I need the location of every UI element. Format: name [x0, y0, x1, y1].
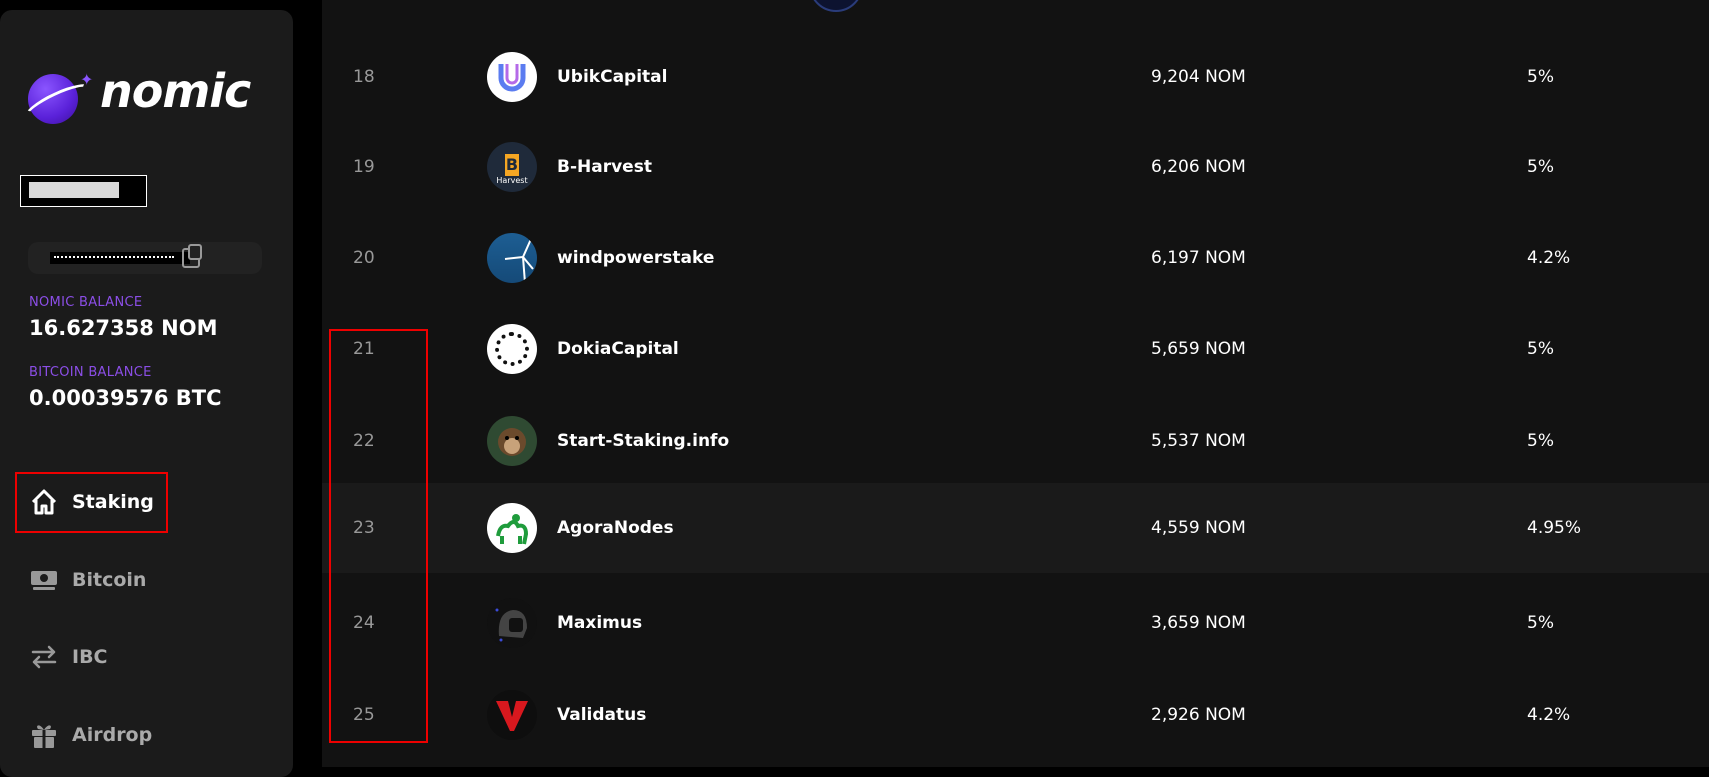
validator-name: DokiaCapital	[557, 339, 679, 359]
validator-row[interactable]: 22 Start-Staking.info 5,537 NOM 5%	[322, 396, 1709, 486]
validator-commission: 4.2%	[1527, 705, 1571, 725]
validator-voting-power: 9,204 NOM	[1151, 67, 1246, 87]
validator-avatar	[487, 416, 537, 466]
highlight-staking	[15, 472, 168, 533]
nomic-balance-value: 16.627358 NOM	[29, 316, 218, 340]
validator-avatar	[487, 690, 537, 740]
redacted-username	[20, 175, 147, 207]
validator-row[interactable]: 24 Maximus 3,659 NOM 5%	[322, 578, 1709, 668]
nav-bitcoin[interactable]: Bitcoin	[20, 554, 270, 606]
validator-commission: 5%	[1527, 339, 1554, 359]
validator-avatar	[487, 233, 537, 283]
validator-name: Maximus	[557, 613, 643, 633]
validator-avatar	[809, 0, 863, 12]
validator-row[interactable]: 23 AgoraNodes 4,559 NOM 4.95%	[322, 483, 1709, 573]
copy-icon[interactable]	[182, 244, 202, 268]
wallet-address-box	[28, 242, 262, 274]
validator-voting-power: 6,206 NOM	[1151, 157, 1246, 177]
validator-avatar	[487, 598, 537, 648]
dotted-circle-icon	[495, 332, 529, 366]
validator-list: 18 UbikCapital 9,204 NOM 5% 19 B Harvest…	[322, 0, 1709, 767]
validator-commission: 5%	[1527, 157, 1554, 177]
validator-row[interactable]: 19 B Harvest B-Harvest 6,206 NOM 5%	[322, 122, 1709, 212]
validator-row[interactable]: 20 windpowerstake 6,197 NOM 4.2%	[322, 213, 1709, 303]
validator-avatar: B Harvest	[487, 142, 537, 192]
validator-name: UbikCapital	[557, 67, 668, 87]
validator-voting-power: 4,559 NOM	[1151, 518, 1246, 538]
bitcoin-balance-label: BITCOIN BALANCE	[29, 365, 152, 380]
nav-airdrop[interactable]: Airdrop	[20, 709, 270, 761]
validator-commission: 5%	[1527, 67, 1554, 87]
validator-commission: 4.95%	[1527, 518, 1582, 538]
validator-rank: 20	[353, 248, 375, 268]
gift-icon	[30, 721, 58, 749]
validator-voting-power: 6,197 NOM	[1151, 248, 1246, 268]
highlight-ranks	[329, 329, 428, 743]
nav-ibc[interactable]: IBC	[20, 631, 270, 683]
validator-voting-power: 3,659 NOM	[1151, 613, 1246, 633]
nav-airdrop-label: Airdrop	[72, 724, 153, 746]
nomic-balance-label: NOMIC BALANCE	[29, 295, 143, 310]
validator-rank: 18	[353, 67, 375, 87]
validator-row[interactable]: 18 UbikCapital 9,204 NOM 5%	[322, 32, 1709, 122]
nav-bitcoin-label: Bitcoin	[72, 569, 147, 591]
validator-avatar	[487, 52, 537, 102]
validator-voting-power: 5,537 NOM	[1151, 431, 1246, 451]
validator-name: Validatus	[557, 705, 647, 725]
validator-row[interactable]: 25 Validatus 2,926 NOM 4.2%	[322, 670, 1709, 760]
validator-name: windpowerstake	[557, 248, 715, 268]
avatar-caption: Harvest	[496, 175, 528, 185]
validator-commission: 5%	[1527, 431, 1554, 451]
swap-arrows-icon	[30, 643, 58, 671]
validator-name: Start-Staking.info	[557, 431, 730, 451]
validator-voting-power: 2,926 NOM	[1151, 705, 1246, 725]
bitcoin-money-icon	[30, 566, 58, 594]
validator-commission: 5%	[1527, 613, 1554, 633]
redacted-address	[50, 252, 190, 264]
nomic-logo[interactable]: ✦ nomic	[21, 64, 251, 127]
validator-row[interactable]: 21 DokiaCapital 5,659 NOM 5%	[322, 304, 1709, 394]
sparkle-icon: ✦	[80, 70, 94, 89]
sidebar: ✦ nomic NOMIC BALANCE 16.627358 NOM BITC…	[0, 10, 293, 777]
bitcoin-balance-value: 0.00039576 BTC	[29, 386, 222, 410]
nav-ibc-label: IBC	[72, 646, 108, 668]
validator-name: B-Harvest	[557, 157, 652, 177]
validator-commission: 4.2%	[1527, 248, 1571, 268]
validator-avatar	[487, 324, 537, 374]
validator-name: AgoraNodes	[557, 518, 674, 538]
validator-rank: 19	[353, 157, 375, 177]
b-letter-icon: B	[505, 153, 519, 176]
brand-name: nomic	[100, 64, 251, 118]
validator-voting-power: 5,659 NOM	[1151, 339, 1246, 359]
validator-avatar	[487, 503, 537, 553]
